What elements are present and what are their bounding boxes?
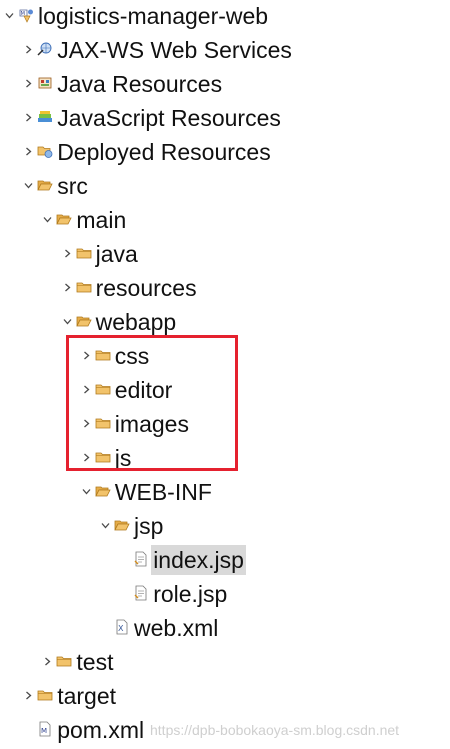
folder-open-icon [95, 483, 111, 499]
chevron-down-icon[interactable] [24, 181, 33, 190]
maven-pom-file-icon: M [37, 721, 53, 737]
tree-node-label: src [57, 173, 88, 199]
tree-node-jax-ws-web-services[interactable]: JAX-WS Web Services [0, 34, 450, 66]
folder-icon [56, 653, 72, 669]
tree-node-label: JAX-WS Web Services [57, 37, 292, 63]
tree-node-test[interactable]: test [0, 646, 450, 678]
tree-node-label: WEB-INF [114, 479, 212, 505]
xml-file-icon: X [114, 619, 130, 635]
tree-node-label: index.jsp [151, 545, 246, 575]
tree-node-label: logistics-manager-web [38, 3, 269, 29]
tree-node-src[interactable]: src [0, 170, 450, 202]
tree-node-label: Deployed Resources [57, 139, 271, 165]
tree-node-web-inf[interactable]: WEB-INF [0, 476, 450, 508]
javascript-resources-icon [37, 109, 53, 125]
watermark: https://dpb-bobokaoya-sm.blog.csdn.net [150, 722, 400, 738]
chevron-down-icon[interactable] [5, 11, 14, 20]
chevron-right-icon[interactable] [24, 147, 33, 156]
chevron-right-icon[interactable] [63, 283, 72, 292]
folder-icon [76, 245, 92, 261]
web-services-icon [37, 41, 53, 57]
chevron-down-icon[interactable] [82, 487, 91, 496]
chevron-right-icon[interactable] [24, 113, 33, 122]
chevron-down-icon[interactable] [43, 215, 52, 224]
chevron-right-icon[interactable] [24, 691, 33, 700]
folder-open-icon [75, 313, 92, 329]
chevron-right-icon[interactable] [24, 45, 33, 54]
tree-node-label: web.xml [134, 615, 219, 641]
folder-open-icon [37, 177, 53, 193]
tree-node-main[interactable]: main [0, 204, 450, 236]
tree-node-label: target [57, 683, 117, 709]
tree-node-label: pom.xml [57, 717, 145, 743]
svg-text:M: M [41, 727, 47, 735]
tree-node-webapp[interactable]: webapp [0, 306, 450, 338]
maven-project-icon: M [18, 7, 34, 23]
tree-node-web-xml[interactable]: Xweb.xml [0, 612, 450, 644]
jsp-file-icon [133, 551, 149, 567]
java-resources-icon [37, 75, 53, 91]
folder-icon [76, 279, 92, 295]
chevron-right-icon[interactable] [24, 79, 33, 88]
chevron-right-icon[interactable] [63, 249, 72, 258]
tree-node-label: resources [95, 275, 197, 301]
tree-node-label: test [76, 649, 114, 675]
tree-node-label: java [95, 241, 138, 267]
tree-node-label: Java Resources [57, 71, 223, 97]
tree-node-deployed-resources[interactable]: Deployed Resources [0, 136, 450, 168]
tree-node-label: jsp [134, 513, 164, 539]
tree-node-role-jsp[interactable]: role.jsp [0, 578, 450, 610]
tree-node-java-resources[interactable]: Java Resources [0, 68, 450, 100]
chevron-down-icon[interactable] [63, 317, 72, 326]
folder-icon [37, 687, 53, 703]
tree-node-label: JavaScript Resources [57, 105, 281, 131]
deployed-resources-icon [37, 143, 53, 159]
highlight-box [66, 335, 238, 471]
folder-open-icon [56, 211, 73, 227]
tree-node-label: role.jsp [153, 581, 228, 607]
tree-node-java[interactable]: java [0, 238, 450, 270]
tree-node-index-jsp[interactable]: index.jsp [0, 544, 450, 576]
jsp-file-icon [133, 585, 149, 601]
tree-node-resources[interactable]: resources [0, 272, 450, 304]
svg-text:X: X [118, 624, 124, 633]
folder-open-icon [114, 517, 130, 533]
chevron-right-icon[interactable] [43, 657, 52, 666]
tree-node-javascript-resources[interactable]: JavaScript Resources [0, 102, 450, 134]
tree-node-logistics-manager-web[interactable]: Mlogistics-manager-web [0, 0, 450, 32]
tree-node-label: main [76, 207, 127, 233]
chevron-down-icon[interactable] [101, 521, 110, 530]
tree-node-target[interactable]: target [0, 680, 450, 712]
tree-node-jsp[interactable]: jsp [0, 510, 450, 542]
tree-node-label: webapp [95, 309, 177, 335]
